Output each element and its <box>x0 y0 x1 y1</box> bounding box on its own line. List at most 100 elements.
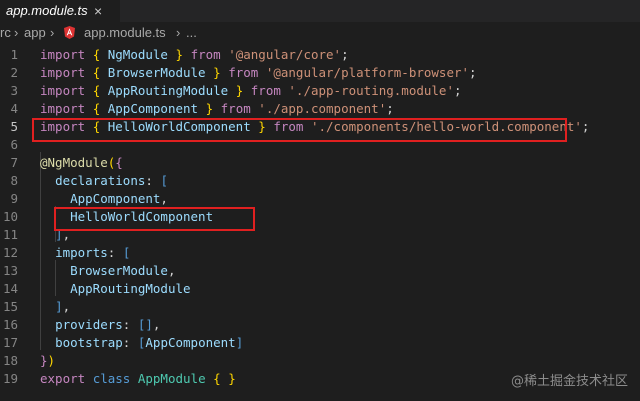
code-token: from <box>228 65 259 80</box>
code-token: { <box>213 371 221 386</box>
code-text: declarations: [ <box>40 172 168 190</box>
code-token: , <box>160 191 168 206</box>
code-token: import <box>40 65 86 80</box>
line-number: 11 <box>2 227 18 242</box>
line-number: 17 <box>2 335 18 350</box>
code-token: } <box>205 101 214 116</box>
code-line[interactable]: 17 bootstrap: [AppComponent] <box>0 334 640 352</box>
code-line[interactable]: 13 BrowserModule, <box>0 262 640 280</box>
code-text: @NgModule({ <box>40 154 123 172</box>
code-token: from <box>250 83 281 98</box>
editor-tab-app-module[interactable]: app.module.ts × <box>0 0 120 22</box>
close-icon[interactable]: × <box>94 0 102 22</box>
code-token: class <box>92 371 131 386</box>
code-text: AppRoutingModule <box>40 280 190 298</box>
code-line[interactable]: 14 AppRoutingModule <box>0 280 640 298</box>
code-token: './app.component' <box>258 101 387 116</box>
code-token: @NgModule <box>40 155 108 170</box>
code-line[interactable]: 2 import { BrowserModule } from '@angular… <box>0 64 640 82</box>
highlight-box-declaration <box>54 207 255 231</box>
code-token: : <box>145 173 161 188</box>
code-line[interactable]: 4 import { AppComponent } from './app.com… <box>0 100 640 118</box>
code-text: providers: [], <box>40 316 160 334</box>
breadcrumb-item-more[interactable]: ... <box>186 22 197 44</box>
code-token: } <box>228 371 236 386</box>
line-number: 18 <box>2 353 18 368</box>
code-token: imports <box>55 245 108 260</box>
breadcrumb-separator: › <box>176 25 181 40</box>
code-token: export <box>40 371 86 386</box>
code-token: BrowserModule <box>70 263 168 278</box>
breadcrumb-separator: › <box>50 25 55 40</box>
code-line[interactable]: 18}) <box>0 352 640 370</box>
code-token: , <box>62 299 71 314</box>
code-token: } <box>213 65 221 80</box>
tab-bar: app.module.ts × <box>0 0 640 22</box>
code-line[interactable]: 8 declarations: [ <box>0 172 640 190</box>
tab-title: app.module.ts <box>6 3 88 18</box>
code-text: import { NgModule } from '@angular/core'… <box>40 46 349 64</box>
highlight-box-import <box>32 118 567 142</box>
line-number: 3 <box>10 83 18 98</box>
code-token: ; <box>341 47 349 62</box>
code-line[interactable]: 1 import { NgModule } from '@angular/core… <box>0 46 640 64</box>
line-number: 12 <box>2 245 18 260</box>
code-token: import <box>40 101 86 116</box>
line-number: 10 <box>2 209 18 224</box>
code-token: import <box>40 83 86 98</box>
breadcrumb-item-src[interactable]: rc <box>0 22 11 44</box>
code-token: : <box>107 245 123 260</box>
line-number: 14 <box>2 281 18 296</box>
code-line[interactable]: 12 imports: [ <box>0 244 640 262</box>
line-number: 1 <box>10 47 18 62</box>
line-number: 4 <box>10 101 18 116</box>
breadcrumb-separator: › <box>14 25 19 40</box>
angular-file-icon <box>64 26 75 39</box>
code-token: : <box>122 317 138 332</box>
line-number: 6 <box>10 137 18 152</box>
code-line[interactable]: 9 AppComponent, <box>0 190 640 208</box>
code-token: from <box>220 101 251 116</box>
code-token: } <box>40 353 48 368</box>
code-token: bootstrap <box>55 335 123 350</box>
code-line[interactable]: 7 @NgModule({ <box>0 154 640 172</box>
code-token: ] <box>235 335 244 350</box>
code-token: BrowserModule <box>107 65 206 80</box>
code-token: ] <box>55 299 63 314</box>
code-text: imports: [ <box>40 244 130 262</box>
line-number: 9 <box>10 191 18 206</box>
code-token: [] <box>137 317 153 332</box>
code-line[interactable]: 15 ], <box>0 298 640 316</box>
line-number: 13 <box>2 263 18 278</box>
code-token: '@angular/core' <box>228 47 342 62</box>
breadcrumb-item-app[interactable]: app <box>24 22 46 44</box>
breadcrumb-item-file[interactable]: app.module.ts <box>84 22 166 44</box>
code-token: './app-routing.module' <box>288 83 454 98</box>
code-line[interactable]: 3 import { AppRoutingModule } from './app… <box>0 82 640 100</box>
code-text: export class AppModule { } <box>40 370 236 388</box>
code-editor[interactable]: 1 import { NgModule } from '@angular/core… <box>0 44 640 401</box>
code-text: ], <box>40 298 70 316</box>
code-token: } <box>175 47 184 62</box>
code-line[interactable]: 16 providers: [], <box>0 316 640 334</box>
code-token: AppComponent <box>145 335 236 350</box>
code-token: import <box>40 47 86 62</box>
code-token: NgModule <box>107 47 168 62</box>
code-token: AppRoutingModule <box>107 83 229 98</box>
